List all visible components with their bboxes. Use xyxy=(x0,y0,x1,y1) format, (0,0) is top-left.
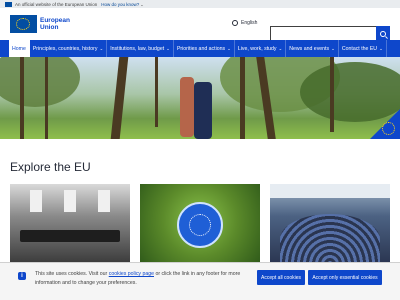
search-form xyxy=(270,26,390,41)
nav-item-priorities[interactable]: Priorities and actions ⌄ xyxy=(174,40,235,57)
chevron-down-icon: ⌄ xyxy=(379,45,383,51)
hero-tree xyxy=(240,57,245,139)
cookie-text: This site uses cookies. Visit our cookie… xyxy=(35,270,250,288)
chevron-down-icon: ⌄ xyxy=(166,45,170,51)
card-window xyxy=(98,190,110,212)
accept-essential-cookies-button[interactable]: Accept only essential cookies xyxy=(308,270,382,285)
nav-item-label: Priorities and actions xyxy=(176,45,226,52)
search-button[interactable] xyxy=(376,26,390,41)
nav-item-principles[interactable]: Principles, countries, history ⌄ xyxy=(30,40,108,57)
hero-foliage xyxy=(0,57,80,107)
chevron-down-icon: ⌄ xyxy=(331,45,335,51)
card-window xyxy=(30,190,42,212)
card-window xyxy=(64,190,76,212)
official-text: An official website of the European Unio… xyxy=(15,1,98,7)
nav-item-label: News and events xyxy=(289,45,330,52)
explore-card-history[interactable] xyxy=(10,184,130,264)
explore-card-institutions[interactable] xyxy=(270,184,390,264)
nav-item-home[interactable]: Home xyxy=(9,40,30,57)
language-label: English xyxy=(241,20,258,26)
nav-item-label: Live, work, study xyxy=(237,45,277,52)
cookie-banner: i This site uses cookies. Visit our cook… xyxy=(0,262,400,300)
language-selector[interactable]: English xyxy=(232,20,257,26)
hero-tree xyxy=(155,57,158,127)
main-navigation: Home Principles, countries, history ⌄ Ins… xyxy=(0,40,400,57)
nav-item-label: Principles, countries, history xyxy=(32,45,98,52)
section-title: Explore the EU xyxy=(10,160,91,174)
hero-image xyxy=(0,57,400,139)
parliament-seats xyxy=(280,214,380,264)
chevron-down-icon: ⌄ xyxy=(227,45,231,51)
logo-line-2: Union xyxy=(40,24,59,31)
logo-text: European Union xyxy=(40,17,70,32)
hero-tree xyxy=(45,57,48,139)
card-table xyxy=(20,230,120,242)
hero-tree xyxy=(110,57,129,139)
explore-card-countries[interactable] xyxy=(140,184,260,264)
chevron-down-icon: ⌄ xyxy=(99,45,104,51)
hero-tree xyxy=(330,57,334,132)
nav-item-institutions[interactable]: Institutions, law, budget ⌄ xyxy=(107,40,174,57)
site-header: European Union English xyxy=(0,8,400,41)
accept-all-cookies-button[interactable]: Accept all cookies xyxy=(257,270,305,285)
chevron-down-icon: ⌄ xyxy=(140,1,144,7)
eu-flag-circle xyxy=(177,202,223,248)
nav-item-label: Contact the EU xyxy=(341,45,378,52)
nav-item-label: Home xyxy=(12,45,26,52)
nav-item-contact[interactable]: Contact the EU ⌄ xyxy=(339,40,387,57)
info-icon: i xyxy=(18,272,26,280)
search-input[interactable] xyxy=(270,26,376,41)
globe-icon xyxy=(232,20,238,26)
eu-stars-icon xyxy=(382,122,395,135)
search-icon xyxy=(380,30,386,37)
nav-item-live-work-study[interactable]: Live, work, study ⌄ xyxy=(235,40,287,57)
cookie-text-before: This site uses cookies. Visit our xyxy=(35,271,109,277)
eu-flag-icon xyxy=(5,1,12,7)
eu-logo[interactable]: European Union xyxy=(10,15,70,33)
eu-flag-logo-icon xyxy=(10,15,37,33)
nav-item-label: Institutions, law, budget xyxy=(110,45,165,52)
cookie-policy-link[interactable]: cookies policy page xyxy=(109,271,154,277)
official-eu-banner: An official website of the European Unio… xyxy=(0,0,400,8)
nav-item-news-events[interactable]: News and events ⌄ xyxy=(286,40,339,57)
chevron-down-icon: ⌄ xyxy=(278,45,283,51)
hero-person xyxy=(180,77,194,137)
card-ceiling xyxy=(270,184,390,198)
how-do-you-know-link[interactable]: How do you know? xyxy=(101,2,139,7)
hero-tree xyxy=(20,57,24,139)
logo-line-1: European xyxy=(40,16,70,24)
hero-person xyxy=(194,82,212,139)
